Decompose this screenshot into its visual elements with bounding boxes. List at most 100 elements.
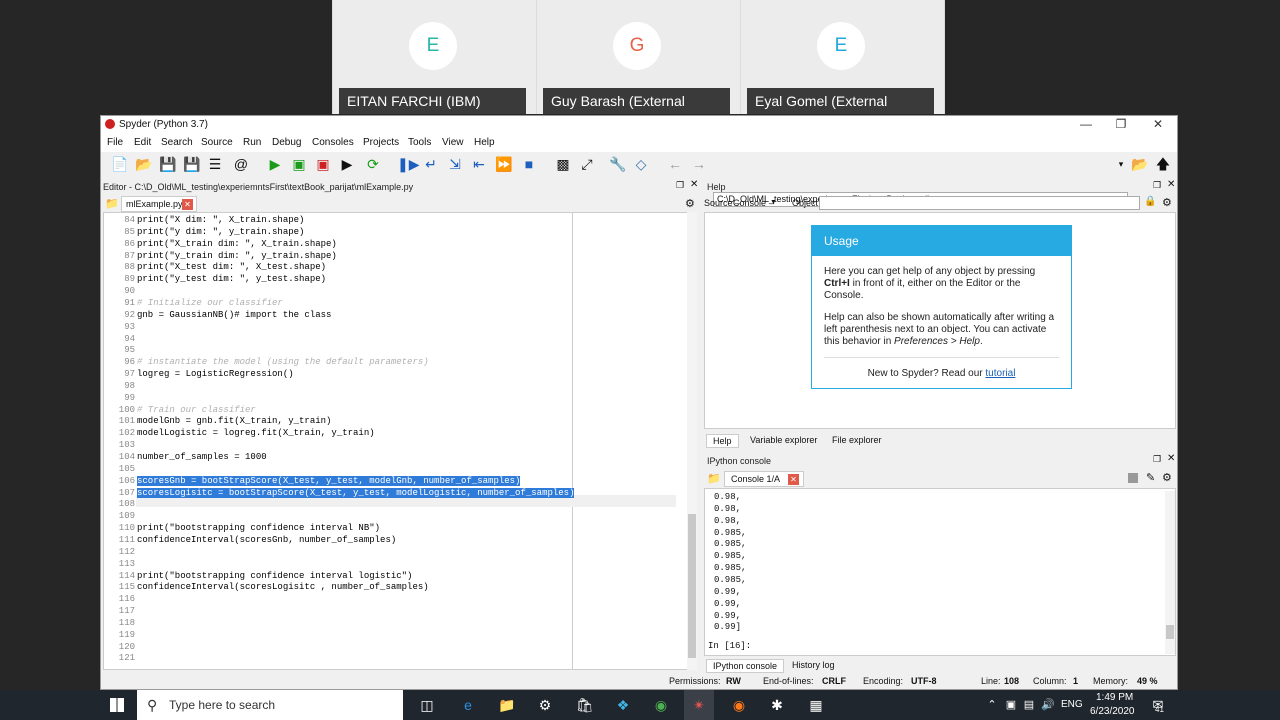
menu-debug[interactable]: Debug bbox=[272, 137, 301, 148]
calculator-icon[interactable]: ▦ bbox=[808, 697, 824, 713]
back-icon[interactable]: ← bbox=[667, 156, 683, 172]
spyder-window: Spyder (Python 3.7) — ❐ ✕ File Edit Search… bbox=[100, 115, 1178, 690]
lock-icon[interactable]: 🔒 bbox=[1144, 196, 1156, 207]
debug-icon[interactable]: ❚▶ bbox=[397, 156, 420, 172]
menu-source[interactable]: Source bbox=[201, 137, 233, 148]
line-number: 95 bbox=[124, 345, 135, 356]
undock-console-icon[interactable]: ❐ bbox=[1153, 454, 1161, 465]
line-number: 118 bbox=[118, 617, 135, 628]
console-prompt: In [16]: bbox=[708, 641, 752, 651]
console-output[interactable]: 0.98, 0.98, 0.98, 0.985, 0.985, 0.985, 0.985, 0… bbox=[704, 488, 1176, 656]
step-into-icon[interactable]: ⇲ bbox=[447, 156, 463, 172]
task-view-icon[interactable]: ◫ bbox=[419, 697, 435, 713]
line-number: 111 bbox=[118, 534, 135, 545]
gear-icon[interactable]: ⚙ bbox=[685, 197, 695, 210]
minimize-button[interactable]: — bbox=[1071, 117, 1101, 133]
store-icon[interactable]: 🛍 bbox=[576, 697, 594, 713]
undock-help-icon[interactable]: ❐ bbox=[1153, 180, 1161, 191]
browse-folder-icon[interactable]: 📂 bbox=[1131, 156, 1148, 172]
object-input[interactable] bbox=[819, 196, 1140, 210]
close-console-tab-icon[interactable]: ✕ bbox=[788, 474, 799, 485]
code-editor[interactable]: 84 print("X dim: ", X_train.shape) 85 print… bbox=[103, 212, 697, 670]
network-icon[interactable]: ▤ bbox=[1021, 697, 1037, 713]
clock-time[interactable]: 1:49 PM bbox=[1096, 692, 1133, 703]
menu-tools[interactable]: Tools bbox=[408, 137, 431, 148]
tray-app-icon[interactable]: ▣ bbox=[1003, 697, 1019, 713]
run-file-icon[interactable]: ▣ bbox=[291, 156, 307, 172]
menu-projects[interactable]: Projects bbox=[363, 137, 399, 148]
edit-icon[interactable]: ✎ bbox=[1146, 471, 1155, 484]
stop-kernel-icon[interactable] bbox=[1128, 473, 1138, 483]
tab-history-log[interactable]: History log bbox=[786, 659, 841, 671]
parent-directory-icon[interactable]: 🡅 bbox=[1155, 156, 1171, 172]
new-file-icon[interactable]: 📄 bbox=[111, 156, 128, 172]
maximize-pane-icon[interactable]: ▩ bbox=[555, 156, 571, 172]
list-icon[interactable]: ☰ bbox=[207, 156, 223, 172]
folder-icon[interactable]: 📁 bbox=[707, 472, 721, 485]
language-indicator[interactable]: ENG bbox=[1061, 699, 1083, 710]
volume-icon[interactable]: 🔊 bbox=[1040, 697, 1056, 713]
tutorial-link[interactable]: tutorial bbox=[985, 368, 1015, 379]
menu-search[interactable]: Search bbox=[161, 137, 193, 148]
step-icon[interactable]: ↵ bbox=[423, 156, 439, 172]
firefox-icon[interactable]: ◉ bbox=[731, 697, 747, 713]
chevron-down-icon[interactable]: ▾ bbox=[1113, 156, 1129, 172]
tab-ipython-console[interactable]: IPython console bbox=[706, 659, 785, 673]
menu-view[interactable]: View bbox=[442, 137, 464, 148]
undock-icon[interactable]: ❐ bbox=[676, 180, 684, 191]
file-browse-icon[interactable]: 📁 bbox=[105, 197, 119, 210]
editor-scrollbar[interactable] bbox=[687, 212, 697, 670]
app-icon-3[interactable]: ✱ bbox=[769, 697, 785, 713]
at-icon[interactable]: @ bbox=[233, 156, 249, 172]
maximize-button[interactable]: ❐ bbox=[1106, 117, 1136, 133]
close-pane-icon[interactable]: ✕ bbox=[690, 179, 698, 190]
source-select[interactable]: Console ▼ bbox=[730, 196, 780, 210]
spyder-taskbar-icon[interactable]: ✴ bbox=[684, 690, 714, 720]
usage-paragraph-3: New to Spyder? Read our tutorial bbox=[867, 368, 1016, 379]
run-cell-advance-icon[interactable]: ▶ bbox=[339, 156, 355, 172]
close-help-icon[interactable]: ✕ bbox=[1167, 179, 1175, 190]
console-tab[interactable]: Console 1/A ✕ bbox=[724, 471, 804, 487]
tab-file-explorer[interactable]: File explorer bbox=[826, 434, 888, 446]
close-console-pane-icon[interactable]: ✕ bbox=[1167, 453, 1175, 464]
stop-icon[interactable]: ■ bbox=[521, 156, 537, 172]
windows-start-icon[interactable] bbox=[110, 698, 124, 712]
preferences-icon[interactable]: 🔧 bbox=[609, 156, 626, 172]
python-path-icon[interactable]: ◇ bbox=[633, 156, 649, 172]
menu-file[interactable]: File bbox=[107, 137, 123, 148]
file-explorer-icon[interactable]: 📁 bbox=[498, 697, 515, 713]
run-cell-icon[interactable]: ▣ bbox=[315, 156, 331, 172]
taskbar-search-box[interactable]: ⚲ Type here to search bbox=[137, 690, 403, 720]
menu-run[interactable]: Run bbox=[243, 137, 261, 148]
save-icon[interactable]: 💾 bbox=[159, 156, 176, 172]
save-all-icon[interactable]: 💾 bbox=[183, 156, 200, 172]
line-number: 110 bbox=[118, 523, 135, 534]
gear-icon[interactable]: ⚙ bbox=[1162, 196, 1172, 209]
menu-consoles[interactable]: Consoles bbox=[312, 137, 354, 148]
eol-label: End-of-lines: bbox=[763, 676, 814, 686]
edge-browser-icon[interactable]: e bbox=[460, 697, 476, 713]
menu-help[interactable]: Help bbox=[474, 137, 495, 148]
app-icon[interactable]: ⚙ bbox=[537, 697, 553, 713]
console-scrollbar[interactable] bbox=[1165, 491, 1175, 654]
console-pane-title: IPython console bbox=[707, 456, 772, 466]
rerun-icon[interactable]: ⟳ bbox=[365, 156, 381, 172]
fullscreen-icon[interactable]: ⤢ bbox=[579, 156, 595, 172]
open-file-icon[interactable]: 📂 bbox=[135, 156, 152, 172]
menu-edit[interactable]: Edit bbox=[134, 137, 151, 148]
chrome-icon[interactable]: ◉ bbox=[653, 697, 669, 713]
tab-help[interactable]: Help bbox=[706, 434, 739, 448]
step-return-icon[interactable]: ⇤ bbox=[471, 156, 487, 172]
tab-variable-explorer[interactable]: Variable explorer bbox=[744, 434, 823, 446]
clock-date[interactable]: 6/23/2020 bbox=[1090, 706, 1135, 717]
usage-paragraph-2: Help can also be shown automatically aft… bbox=[824, 312, 1055, 347]
continue-icon[interactable]: ⏩ bbox=[495, 156, 512, 172]
close-tab-icon[interactable]: ✕ bbox=[182, 199, 193, 210]
app-icon-2[interactable]: ❖ bbox=[615, 697, 631, 713]
close-window-button[interactable]: ✕ bbox=[1143, 117, 1173, 133]
editor-tab[interactable]: mlExample.py ✕ bbox=[121, 196, 197, 212]
run-icon[interactable]: ▶ bbox=[267, 156, 283, 172]
forward-icon[interactable]: → bbox=[691, 156, 707, 172]
tray-chevron-icon[interactable]: ⌃ bbox=[984, 697, 1000, 713]
gear-icon[interactable]: ⚙ bbox=[1162, 471, 1172, 484]
